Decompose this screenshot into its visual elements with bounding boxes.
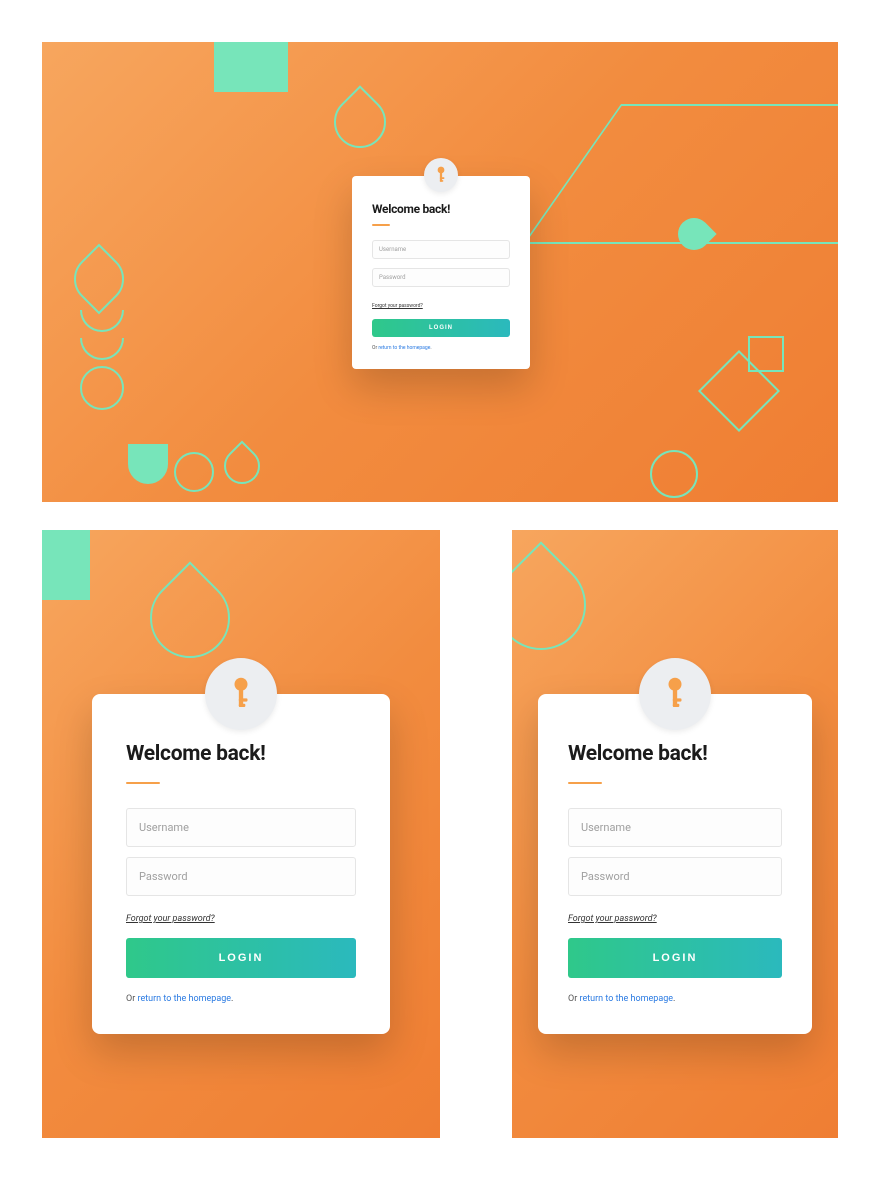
decor-square-small-outline xyxy=(748,336,784,372)
login-card: Welcome back! Forgot your password? LOGI… xyxy=(92,694,390,1034)
viewport-mobile: Welcome back! Forgot your password? LOGI… xyxy=(512,530,838,1138)
viewport-desktop: Welcome back! Forgot your password? LOGI… xyxy=(42,42,838,502)
key-icon xyxy=(662,676,688,712)
return-home-link[interactable]: return to the homepage xyxy=(378,345,430,351)
decor-leaf-outline-left xyxy=(64,244,135,315)
login-button[interactable]: LOGIN xyxy=(568,938,782,978)
decor-drop-fill xyxy=(671,211,716,256)
return-line: Or return to the homepage. xyxy=(568,994,782,1004)
key-icon xyxy=(434,166,448,184)
decor-circle-outline xyxy=(174,452,214,492)
forgot-password-link[interactable]: Forgot your password? xyxy=(126,914,215,924)
password-input[interactable] xyxy=(372,268,510,287)
decor-square-fill xyxy=(214,42,288,92)
return-line: Or return to the homepage. xyxy=(372,345,510,351)
login-heading: Welcome back! xyxy=(372,202,510,216)
username-input[interactable] xyxy=(568,808,782,847)
return-prefix: Or xyxy=(568,994,579,1004)
return-suffix: . xyxy=(673,994,675,1004)
password-input[interactable] xyxy=(126,857,356,896)
decor-semicircle-outline xyxy=(80,310,124,332)
heading-underline xyxy=(372,224,390,226)
login-card: Welcome back! Forgot your password? LOGI… xyxy=(352,176,530,369)
login-heading: Welcome back! xyxy=(568,742,782,766)
return-home-link[interactable]: return to the homepage xyxy=(579,994,673,1004)
decor-semicircle-outline xyxy=(80,338,124,360)
key-badge xyxy=(424,158,458,192)
username-input[interactable] xyxy=(126,808,356,847)
username-input[interactable] xyxy=(372,240,510,259)
decor-circle-outline xyxy=(650,450,698,498)
return-prefix: Or xyxy=(126,994,137,1004)
key-icon xyxy=(228,676,254,712)
return-line: Or return to the homepage. xyxy=(126,994,356,1004)
decor-leaf-outline xyxy=(133,561,246,674)
viewport-tablet: Welcome back! Forgot your password? LOGI… xyxy=(42,530,440,1138)
login-button[interactable]: LOGIN xyxy=(372,319,510,337)
decor-leaf-outline xyxy=(217,441,268,492)
decor-leaf-outline xyxy=(323,85,397,159)
decor-halfcircle-fill xyxy=(128,444,168,484)
key-badge xyxy=(205,658,277,730)
forgot-password-link[interactable]: Forgot your password? xyxy=(372,303,423,309)
login-button[interactable]: LOGIN xyxy=(126,938,356,978)
heading-underline xyxy=(568,782,602,784)
key-badge xyxy=(639,658,711,730)
login-card: Welcome back! Forgot your password? LOGI… xyxy=(538,694,812,1034)
return-suffix: . xyxy=(231,994,233,1004)
heading-underline xyxy=(126,782,160,784)
forgot-password-link[interactable]: Forgot your password? xyxy=(568,914,657,924)
decor-square-outline xyxy=(698,350,780,432)
return-suffix: . xyxy=(430,345,431,351)
decor-circle-outline xyxy=(80,366,124,410)
decor-leaf-outline xyxy=(512,541,605,668)
return-home-link[interactable]: return to the homepage xyxy=(137,994,231,1004)
password-input[interactable] xyxy=(568,857,782,896)
login-heading: Welcome back! xyxy=(126,742,356,766)
decor-square-fill xyxy=(42,530,90,600)
decor-parallelogram-outline xyxy=(523,104,838,244)
